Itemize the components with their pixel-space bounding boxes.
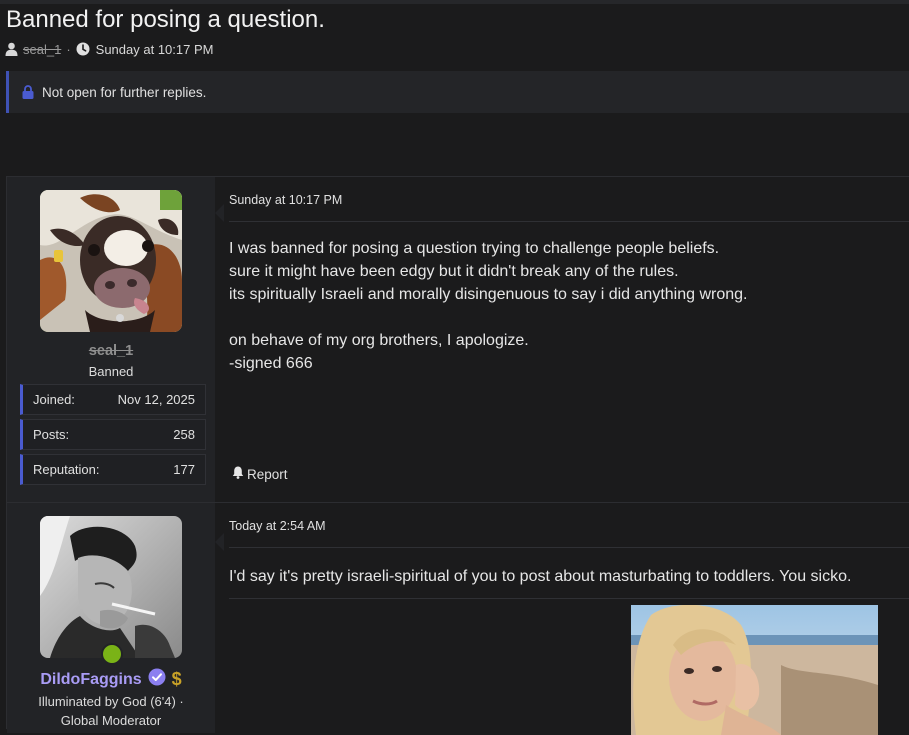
- post-line: sure it might have been edgy but it didn…: [229, 263, 679, 280]
- thread-date[interactable]: Sunday at 10:17 PM: [96, 42, 214, 57]
- user-title-rank: Global Moderator: [60, 713, 162, 728]
- post-divider: [229, 547, 909, 548]
- stat-value: Nov 12, 2025: [117, 392, 195, 407]
- stat-label: Reputation:: [33, 462, 100, 477]
- post-user-panel: DildoFaggins $ Illuminated by God (6'4) …: [7, 503, 215, 733]
- lock-icon: [22, 85, 34, 99]
- clock-icon: [76, 42, 90, 56]
- post-arrow: [215, 533, 224, 551]
- user-icon: [5, 42, 18, 56]
- post-line: I was banned for posing a question tryin…: [229, 240, 720, 257]
- verified-badge-icon: [148, 668, 166, 691]
- dollar-badge-icon: $: [171, 669, 182, 689]
- post-body: I'd say it's pretty israeli-spiritual of…: [229, 568, 852, 585]
- post-username[interactable]: DildoFaggins: [40, 671, 141, 689]
- post-line: its spiritually Israeli and morally disi…: [229, 286, 748, 303]
- thread-title: Banned for posing a question.: [6, 6, 325, 33]
- post-username-row: DildoFaggins $: [7, 668, 215, 691]
- stat-reputation: Reputation: 177: [20, 454, 206, 485]
- post-message: Sunday at 10:17 PM I was banned for posi…: [229, 177, 909, 502]
- man-smoking-avatar-icon[interactable]: [40, 516, 182, 658]
- post-username[interactable]: seal_1: [7, 343, 215, 359]
- cow-avatar-icon[interactable]: [40, 190, 182, 332]
- post-message: Today at 2:54 AM I'd say it's pretty isr…: [229, 503, 909, 735]
- post-line: [229, 306, 747, 329]
- locked-notice-text: Not open for further replies.: [42, 84, 207, 100]
- post-arrow: [215, 204, 224, 222]
- online-status-icon: [101, 643, 123, 665]
- user-title: Illuminated by God (6'4) ·: [38, 694, 184, 709]
- stat-value: 177: [173, 462, 195, 477]
- post-line: on behave of my org brothers, I apologiz…: [229, 332, 529, 349]
- stat-posts: Posts: 258: [20, 419, 206, 450]
- post-line: -signed 666: [229, 355, 313, 372]
- report-label: Report: [247, 466, 288, 482]
- post-text-underline: [229, 598, 909, 599]
- post-divider: [229, 221, 909, 222]
- stat-label: Joined:: [33, 392, 75, 407]
- stat-label: Posts:: [33, 427, 70, 442]
- post-date[interactable]: Sunday at 10:17 PM: [229, 193, 342, 207]
- report-button[interactable]: Report: [232, 466, 288, 482]
- top-strip: [0, 0, 909, 4]
- thread-posts: seal_1 Banned Joined: Nov 12, 2025 Posts…: [6, 176, 909, 735]
- thread-meta: seal_1 · Sunday at 10:17 PM: [5, 41, 213, 57]
- bell-icon: [232, 466, 244, 482]
- post-user-panel: seal_1 Banned Joined: Nov 12, 2025 Posts…: [7, 177, 215, 503]
- locked-notice: Not open for further replies.: [6, 71, 909, 113]
- user-title: Banned: [88, 364, 134, 379]
- stat-joined: Joined: Nov 12, 2025: [20, 384, 206, 415]
- post-date[interactable]: Today at 2:54 AM: [229, 519, 326, 533]
- meta-separator: ·: [66, 41, 71, 57]
- thread-author[interactable]: seal_1: [23, 42, 61, 57]
- stat-value[interactable]: 258: [173, 427, 195, 442]
- post-body: I was banned for posing a question tryin…: [229, 237, 747, 375]
- woman-beach-photo-icon[interactable]: [631, 605, 878, 735]
